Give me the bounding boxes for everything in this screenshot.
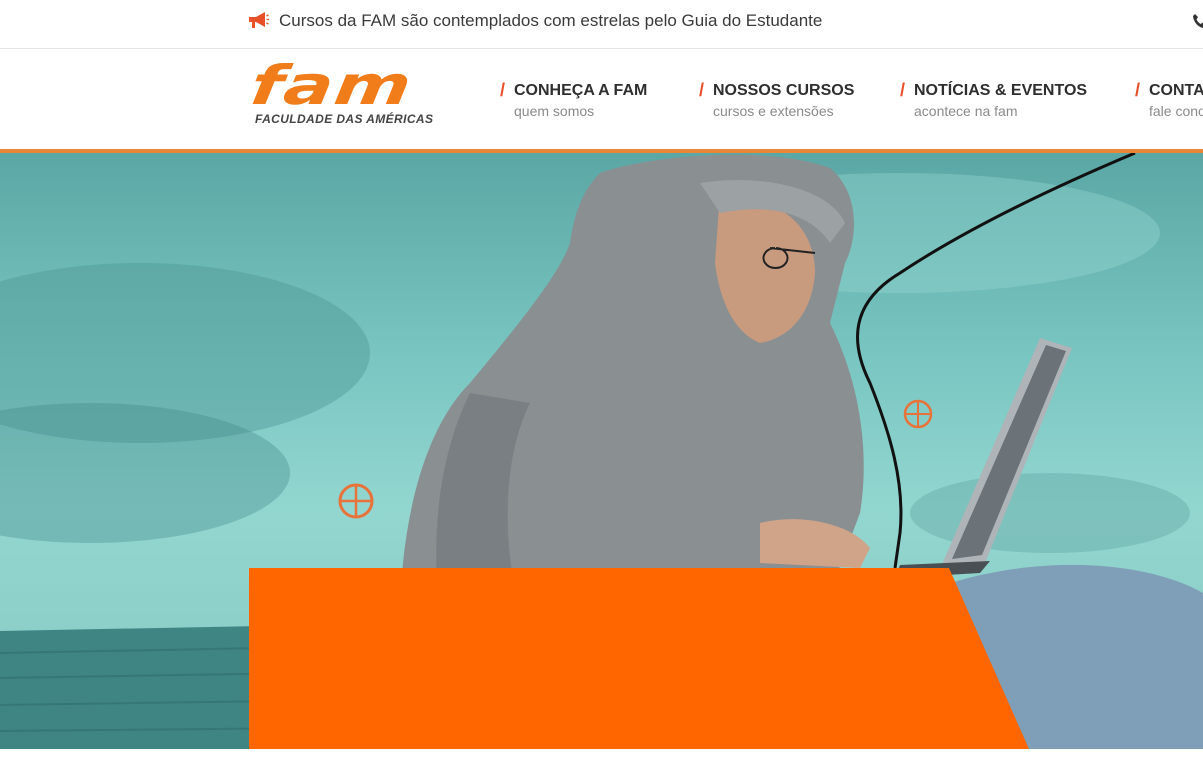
announcement-link[interactable]: Cursos da FAM são contemplados com estre… [279,11,822,31]
nav-item-title: NOSSOS CURSOS [713,82,855,99]
nav-slash-icon: / [1135,80,1141,100]
nav-item-subtitle: cursos e extensões [713,103,834,119]
nav-slash-icon: / [500,80,506,100]
announcement-bar: Cursos da FAM são contemplados com estre… [0,0,1203,49]
crosshair-icon [903,399,933,429]
nav-item-title: CONTATO [1149,82,1203,99]
nav-item-subtitle: fale conosco [1149,103,1203,119]
hero-orange-panel [249,568,1029,749]
site-header: fam FACULDADE DAS AMÉRICAS / CONHEÇA A F… [0,49,1203,149]
hero-banner [0,153,1203,749]
logo-wordmark: fam [246,54,417,117]
megaphone-icon [249,12,269,28]
nav-item-subtitle: acontece na fam [914,103,1018,119]
nav-item-subtitle: quem somos [514,103,595,119]
nav-slash-icon: / [699,80,705,100]
nav-item-title: NOTÍCIAS & EVENTOS [914,82,1088,99]
page-below-hero [0,749,1203,770]
nav-item-title: CONHEÇA A FAM [514,82,648,99]
logo-subtitle: FACULDADE DAS AMÉRICAS [255,112,434,126]
crosshair-icon [338,483,374,519]
fam-logo[interactable]: fam FACULDADE DAS AMÉRICAS [247,54,463,127]
nav-slash-icon: / [900,80,906,100]
phone-icon[interactable] [1192,13,1203,29]
